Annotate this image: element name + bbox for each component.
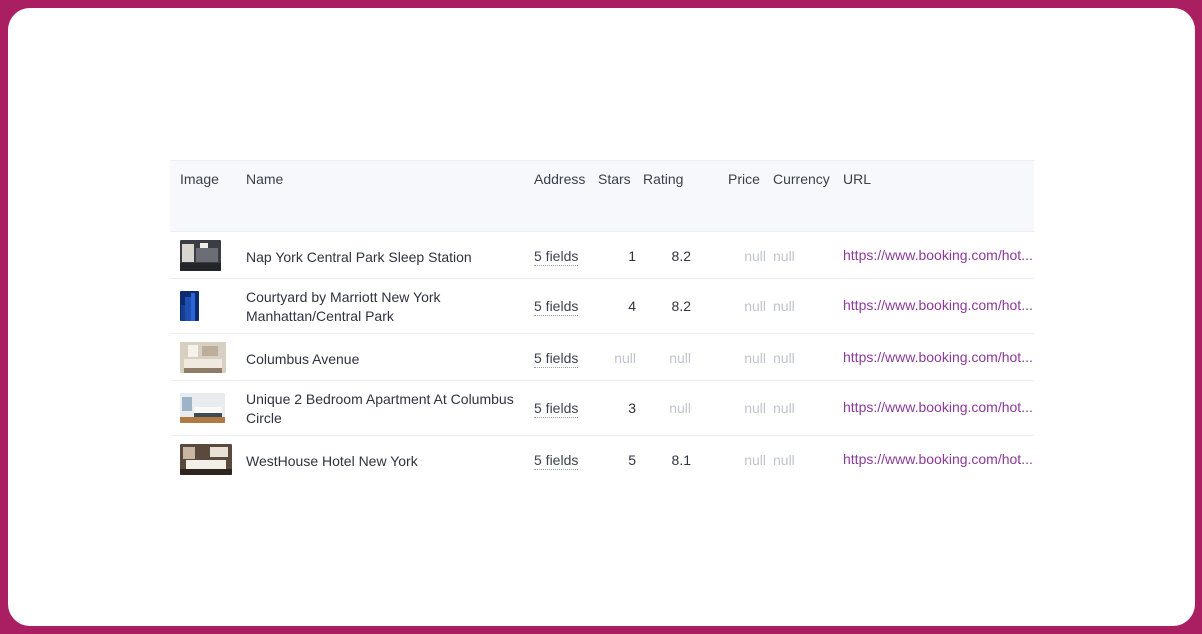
rating-value: 8.2 [671,248,691,264]
currency-value: null [773,400,795,416]
price-value: null [744,350,766,366]
column-header-currency[interactable]: Currency [773,171,830,187]
hotel-name: Columbus Avenue [246,351,360,367]
currency-value: null [773,248,795,264]
hotel-thumbnail[interactable] [180,342,226,373]
price-value: null [744,248,766,264]
hotel-name: Courtyard by Marriott New York Manhattan… [246,289,441,324]
hotel-name: Nap York Central Park Sleep Station [246,249,472,265]
table-row[interactable]: Courtyard by Marriott New York Manhattan… [170,279,1034,334]
column-header-url[interactable]: URL [843,171,871,187]
rating-value: 8.1 [671,452,691,468]
table-header: Image Name Address Stars Rating Price Cu… [170,160,1034,232]
address-fields-link[interactable]: 5 fields [534,350,579,368]
table-row[interactable]: Nap York Central Park Sleep Station 5 fi… [170,232,1034,279]
address-fields-link[interactable]: 5 fields [534,248,579,266]
column-header-price[interactable]: Price [728,171,760,187]
hotel-thumbnail[interactable] [180,393,225,423]
column-header-rating[interactable]: Rating [643,171,683,187]
hotel-thumbnail[interactable] [180,291,199,321]
column-header-address[interactable]: Address [534,171,585,187]
url-link[interactable]: https://www.booking.com/hot... [843,297,1033,313]
stars-value: 1 [628,248,636,264]
column-header-stars[interactable]: Stars [598,171,631,187]
hotel-thumbnail[interactable] [180,240,221,271]
hotel-name: WestHouse Hotel New York [246,453,418,469]
rating-value: null [669,400,691,416]
address-fields-link[interactable]: 5 fields [534,298,579,316]
table-row[interactable]: Unique 2 Bedroom Apartment At Columbus C… [170,381,1034,436]
currency-value: null [773,452,795,468]
currency-value: null [773,350,795,366]
stars-value: 5 [628,452,636,468]
content-card: Image Name Address Stars Rating Price Cu… [8,8,1195,626]
url-link[interactable]: https://www.booking.com/hot... [843,451,1033,467]
column-header-name[interactable]: Name [246,171,283,187]
table-row[interactable]: WestHouse Hotel New York 5 fields 5 8.1 … [170,436,1034,482]
url-link[interactable]: https://www.booking.com/hot... [843,247,1033,263]
results-table: Image Name Address Stars Rating Price Cu… [170,160,1034,482]
stars-value: 4 [628,298,636,314]
url-link[interactable]: https://www.booking.com/hot... [843,399,1033,415]
currency-value: null [773,298,795,314]
address-fields-link[interactable]: 5 fields [534,400,579,418]
table-row[interactable]: Columbus Avenue 5 fields null null null … [170,334,1034,381]
url-link[interactable]: https://www.booking.com/hot... [843,349,1033,365]
price-value: null [744,298,766,314]
stars-value: null [614,350,636,366]
price-value: null [744,452,766,468]
rating-value: null [669,350,691,366]
address-fields-link[interactable]: 5 fields [534,452,579,470]
column-header-image[interactable]: Image [180,171,219,187]
rating-value: 8.2 [671,298,691,314]
hotel-thumbnail[interactable] [180,444,232,475]
price-value: null [744,400,766,416]
stars-value: 3 [628,400,636,416]
hotel-name: Unique 2 Bedroom Apartment At Columbus C… [246,391,514,426]
